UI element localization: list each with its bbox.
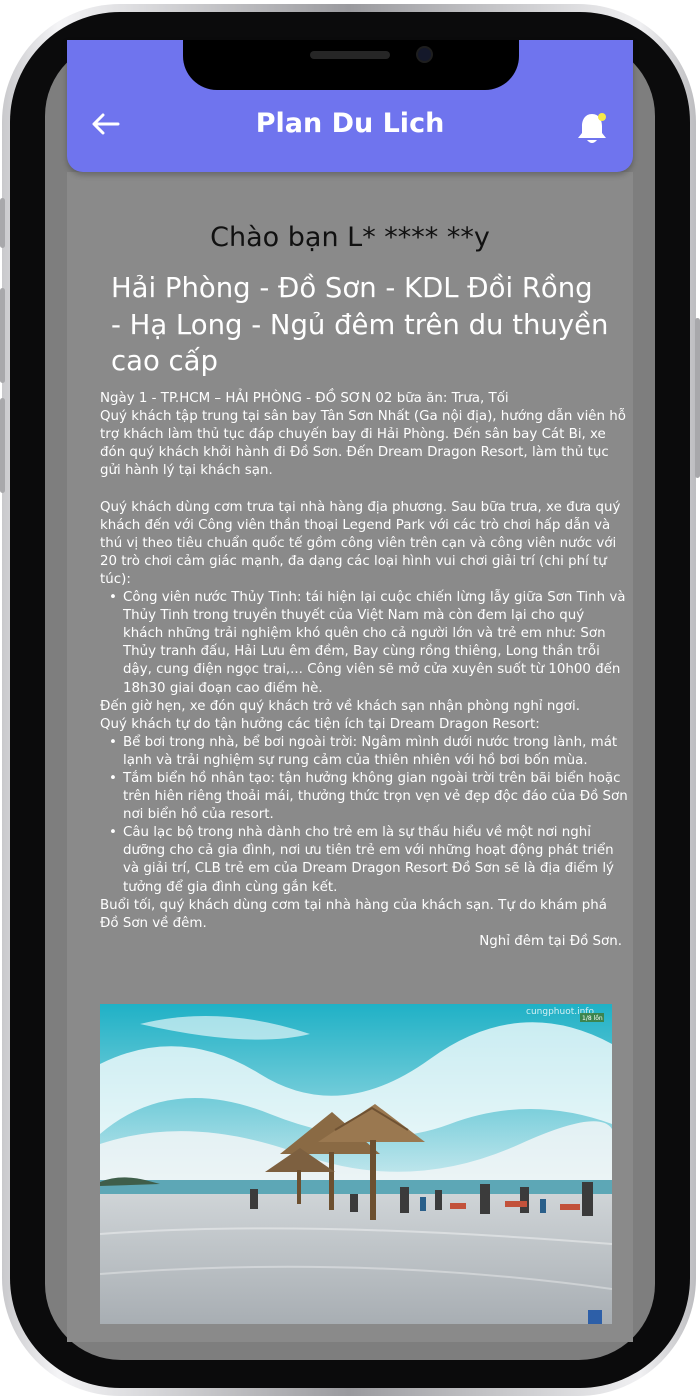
itinerary-paragraph: Quý khách tự do tận hưởng các tiện ích t…	[100, 716, 540, 732]
itinerary-paragraph: Quý khách dùng cơm trưa tại nhà hàng địa…	[100, 499, 621, 587]
activity-list: Công viên nước Thủy Tinh: tái hiện lại c…	[100, 589, 628, 698]
tour-detail-content: Chào bạn L* **** **y Hải Phòng - Đồ Sơn …	[67, 172, 633, 1342]
day-header: Ngày 1 - TP.HCM – HẢI PHÒNG - ĐỒ SƠN 02 …	[100, 391, 509, 406]
itinerary-paragraph: Đến giờ hẹn, xe đón quý khách trở về khá…	[100, 698, 580, 714]
tour-title: Hải Phòng - Đồ Sơn - KDL Đồi Rồng - Hạ L…	[111, 272, 609, 377]
facebook-icon	[588, 1310, 602, 1324]
bell-icon[interactable]	[575, 110, 609, 146]
greeting: Chào bạn L* **** **y	[210, 222, 490, 253]
side-button-volume-down	[0, 398, 5, 493]
side-button-volume-up	[0, 288, 5, 383]
amenity-list: Bể bơi trong nhà, bể bơi ngoài trời: Ngâ…	[100, 734, 628, 897]
list-item: Công viên nước Thủy Tinh: tái hiện lại c…	[100, 589, 628, 698]
side-button-mute	[0, 198, 5, 248]
phone-speaker	[310, 51, 390, 59]
beach-photo: cungphuot.info 1/8 lồn	[100, 1004, 612, 1324]
list-item: Tắm biển hồ nhân tạo: tận hưởng không gi…	[100, 770, 628, 824]
list-item: Bể bơi trong nhà, bể bơi ngoài trời: Ngâ…	[100, 734, 628, 770]
notification-dot	[598, 113, 606, 121]
itinerary-paragraph: Buổi tối, quý khách dùng cơm tại nhà hàn…	[100, 897, 607, 931]
phone-notch	[183, 40, 519, 90]
side-button-power	[695, 318, 700, 478]
phone-camera	[418, 48, 431, 61]
overnight-note: Nghỉ đêm tại Đồ Sơn.	[479, 933, 622, 949]
itinerary-text: Ngày 1 - TP.HCM – HẢI PHÒNG - ĐỒ SƠN 02 …	[100, 390, 628, 951]
page-title: Plan Du Lich	[255, 108, 445, 139]
itinerary-paragraph: Quý khách tập trung tại sân bay Tân Sơn …	[100, 409, 626, 479]
photo-badge: 1/8 lồn	[582, 1014, 603, 1022]
list-item: Câu lạc bộ trong nhà dành cho trẻ em là …	[100, 824, 628, 896]
